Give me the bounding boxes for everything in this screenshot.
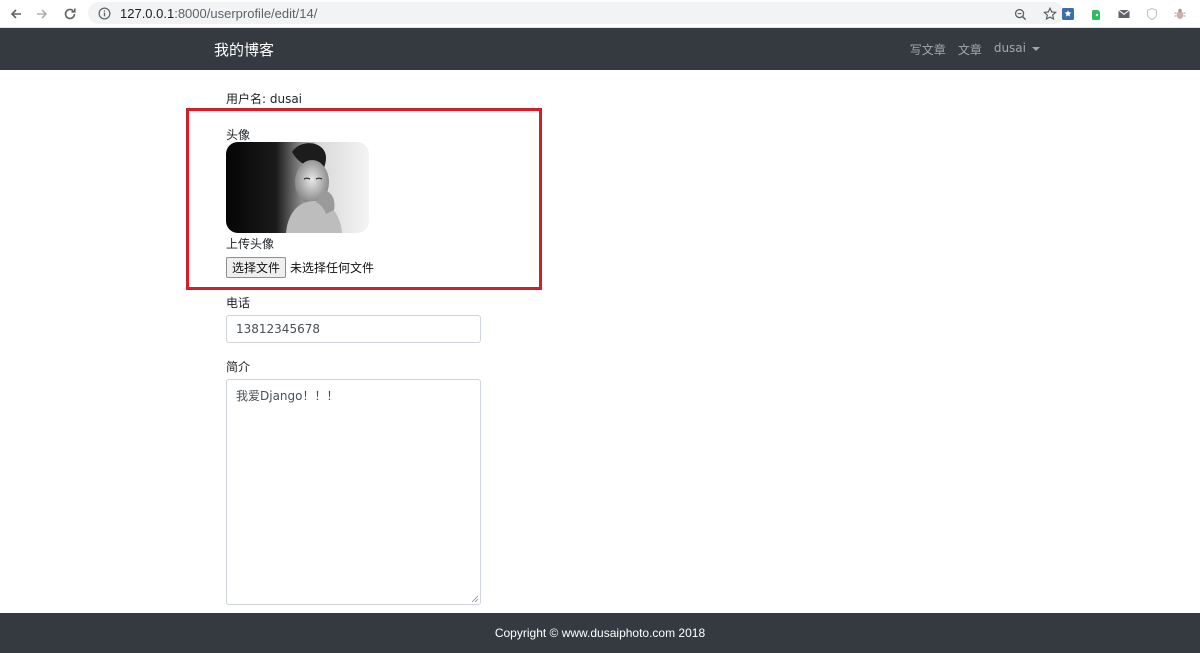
nav-username: dusai [993, 41, 1026, 55]
nav-write-article[interactable]: 写文章 [910, 41, 946, 58]
nav-user-dropdown[interactable]: dusai [994, 41, 1040, 58]
highlight-box [186, 108, 542, 290]
site-brand[interactable]: 我的博客 [214, 39, 274, 60]
footer-copyright: Copyright © www.dusaiphoto.com 2018 [494, 626, 706, 640]
site-footer: Copyright © www.dusaiphoto.com 2018 [0, 613, 1200, 653]
zoom-icon[interactable] [1010, 4, 1030, 24]
url-path: :8000/userprofile/edit/14/ [174, 5, 318, 21]
info-icon[interactable] [96, 5, 112, 21]
username-text: 用户名: dusai [226, 92, 303, 106]
nav-links: 写文章 文章 dusai [910, 41, 1040, 58]
browser-toolbar: 127.0.0.1:8000/userprofile/edit/14/ [0, 0, 1200, 28]
reload-button[interactable] [60, 4, 80, 24]
bio-value: 我爱Django！！！ [236, 389, 339, 403]
address-bar[interactable]: 127.0.0.1:8000/userprofile/edit/14/ [88, 2, 1064, 24]
url-text: 127.0.0.1:8000/userprofile/edit/14/ [120, 6, 317, 21]
bio-textarea[interactable]: 我爱Django！！！ [226, 379, 481, 605]
arrow-right-icon [37, 9, 48, 19]
nav-articles[interactable]: 文章 [958, 41, 982, 58]
arrow-left-icon [10, 9, 21, 19]
evernote-icon[interactable] [1086, 4, 1106, 24]
phone-label: 电话 [226, 296, 251, 310]
bio-label: 简介 [226, 360, 251, 374]
shield-icon[interactable] [1142, 4, 1162, 24]
bug-icon[interactable] [1170, 4, 1190, 24]
phone-input[interactable]: 13812345678 [226, 315, 481, 343]
site-navbar: 我的博客 写文章 文章 dusai [0, 28, 1200, 70]
phone-value: 13812345678 [236, 322, 320, 336]
url-host: 127.0.0.1 [120, 5, 175, 21]
extension-icons [1058, 4, 1190, 24]
resize-grip-icon[interactable] [471, 595, 479, 603]
forward-button[interactable] [32, 4, 52, 24]
bookmark-extension-icon[interactable] [1058, 4, 1078, 24]
address-bar-actions [1010, 4, 1060, 24]
caret-down-icon [1032, 46, 1040, 51]
star-icon[interactable] [1040, 4, 1060, 24]
back-button[interactable] [6, 4, 26, 24]
reload-icon [64, 8, 76, 20]
mail-icon[interactable] [1114, 4, 1134, 24]
